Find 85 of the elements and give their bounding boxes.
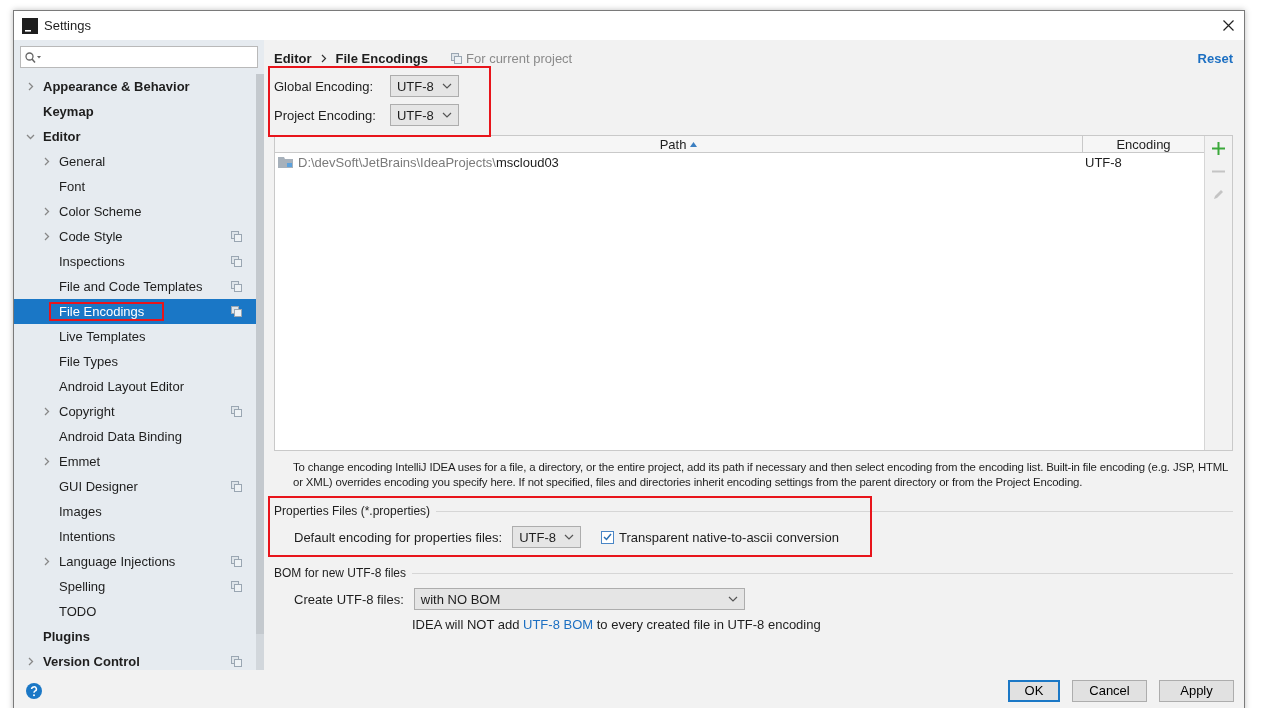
search-field[interactable] <box>20 46 258 68</box>
tree-item[interactable]: Inspections <box>14 249 256 274</box>
window-title: Settings <box>44 18 92 33</box>
tree-item[interactable]: Spelling <box>14 574 256 599</box>
encoding-dropdown[interactable]: UTF-8 <box>389 104 459 126</box>
scope-label: For current project <box>466 50 573 66</box>
breadcrumb-item: File Encodings <box>335 50 429 66</box>
tree-item[interactable]: Intentions <box>14 524 256 549</box>
link[interactable]: UTF-8 BOM <box>523 617 594 632</box>
tree-item[interactable]: TODO <box>14 599 256 624</box>
tree-item[interactable]: Copyright <box>14 399 256 424</box>
tree-item[interactable]: Editor <box>14 124 256 149</box>
chevron-right-icon[interactable] <box>42 157 51 166</box>
field-label: Create UTF-8 files: <box>294 591 404 607</box>
chevron-right-icon[interactable] <box>26 82 35 91</box>
caret-icon <box>441 112 452 118</box>
help-icon[interactable] <box>26 682 42 699</box>
tree-item[interactable]: Language Injections <box>14 549 256 574</box>
checkbox[interactable]: Transparent native-to-ascii conversion <box>600 529 839 545</box>
tree-item[interactable]: Images <box>14 499 256 524</box>
copy-icon <box>231 306 242 317</box>
tree-item[interactable]: Keymap <box>14 99 256 124</box>
tree-item[interactable]: Emmet <box>14 449 256 474</box>
encoding-dropdown[interactable]: UTF-8 <box>389 75 459 97</box>
tree-item[interactable]: Android Layout Editor <box>14 374 256 399</box>
chevron-right-icon[interactable] <box>42 407 51 416</box>
caret-icon <box>563 534 574 540</box>
checkbox-box[interactable] <box>600 530 614 544</box>
copy-icon <box>231 231 242 242</box>
tree-item[interactable]: Font <box>14 174 256 199</box>
chevron-right-icon[interactable] <box>42 557 51 566</box>
tree-item[interactable]: File and Code Templates <box>14 274 256 299</box>
plus-icon[interactable] <box>1212 142 1225 155</box>
description-text: To change encoding IntelliJ IDEA uses for a file, a directory, or the entire project, add its path if necessary and then select encoding from the encoding list. Built-in file encoding (e.g. JSP, HTML or XML) overrides encoding you specify here. If not specified, files and directories inherit encoding settings from the parent directory or from the Project Encoding. <box>292 460 1229 490</box>
app-icon <box>22 17 38 34</box>
copy-icon <box>231 581 242 592</box>
table-cell: UTF-8 <box>1085 154 1122 170</box>
folder-icon <box>278 156 294 168</box>
copy-icon <box>231 256 242 267</box>
field-label: Global Encoding: <box>274 78 374 94</box>
checkmark-icon <box>602 533 612 541</box>
tree-item[interactable]: File Types <box>14 349 256 374</box>
bom-dropdown[interactable]: with NO BOM <box>413 588 745 610</box>
field-label: Default encoding for properties files: <box>294 529 503 545</box>
reset-link[interactable]: Reset <box>1197 50 1233 66</box>
tree-item[interactable]: Code Style <box>14 224 256 249</box>
encoding-dropdown[interactable]: UTF-8 <box>512 526 581 548</box>
copy-icon <box>231 656 242 667</box>
section-title: BOM for new UTF-8 files <box>274 566 407 580</box>
close-icon[interactable] <box>1223 20 1234 31</box>
copy-icon <box>231 481 242 492</box>
copy-icon <box>231 556 242 567</box>
tree-item[interactable]: Live Templates <box>14 324 256 349</box>
table-cell: D:\devSoft\JetBrains\IdeaProjects\mscloud03 <box>298 154 559 170</box>
scrollbar-thumb[interactable] <box>256 74 264 634</box>
note-text: IDEA will NOT add UTF-8 BOM to every created file in UTF-8 encoding <box>411 616 822 632</box>
dialog-button[interactable]: OK <box>1008 679 1060 702</box>
copy-icon <box>231 406 242 417</box>
chevron-right-icon[interactable] <box>42 457 51 466</box>
tree-item[interactable]: Version Control <box>14 649 256 670</box>
search-icon <box>25 51 42 63</box>
tree-item[interactable]: GUI Designer <box>14 474 256 499</box>
chevron-right-icon <box>320 53 327 63</box>
sort-ascending-icon <box>690 141 698 147</box>
caret-icon <box>441 83 452 89</box>
breadcrumb-item: Editor <box>274 50 312 66</box>
copy-icon <box>451 52 463 64</box>
tree-item[interactable]: File Encodings <box>14 299 256 324</box>
caret-icon <box>727 596 738 602</box>
tree-item[interactable]: Appearance & Behavior <box>14 74 256 99</box>
tree-item[interactable]: Plugins <box>14 624 256 649</box>
chevron-right-icon[interactable] <box>26 657 35 666</box>
section-title: Properties Files (*.properties) <box>274 504 431 518</box>
column-header[interactable]: Encoding <box>1083 136 1204 152</box>
chevron-right-icon[interactable] <box>42 207 51 216</box>
chevron-right-icon[interactable] <box>42 232 51 241</box>
tree-item[interactable]: Android Data Binding <box>14 424 256 449</box>
chevron-down-icon[interactable] <box>26 132 35 141</box>
dialog-button[interactable]: Cancel <box>1072 679 1147 702</box>
tree-item[interactable]: Color Scheme <box>14 199 256 224</box>
column-header[interactable]: Path <box>275 136 1083 152</box>
dialog-button[interactable]: Apply <box>1159 679 1234 702</box>
tree-item[interactable]: General <box>14 149 256 174</box>
copy-icon <box>231 281 242 292</box>
field-label: Project Encoding: <box>274 107 376 123</box>
